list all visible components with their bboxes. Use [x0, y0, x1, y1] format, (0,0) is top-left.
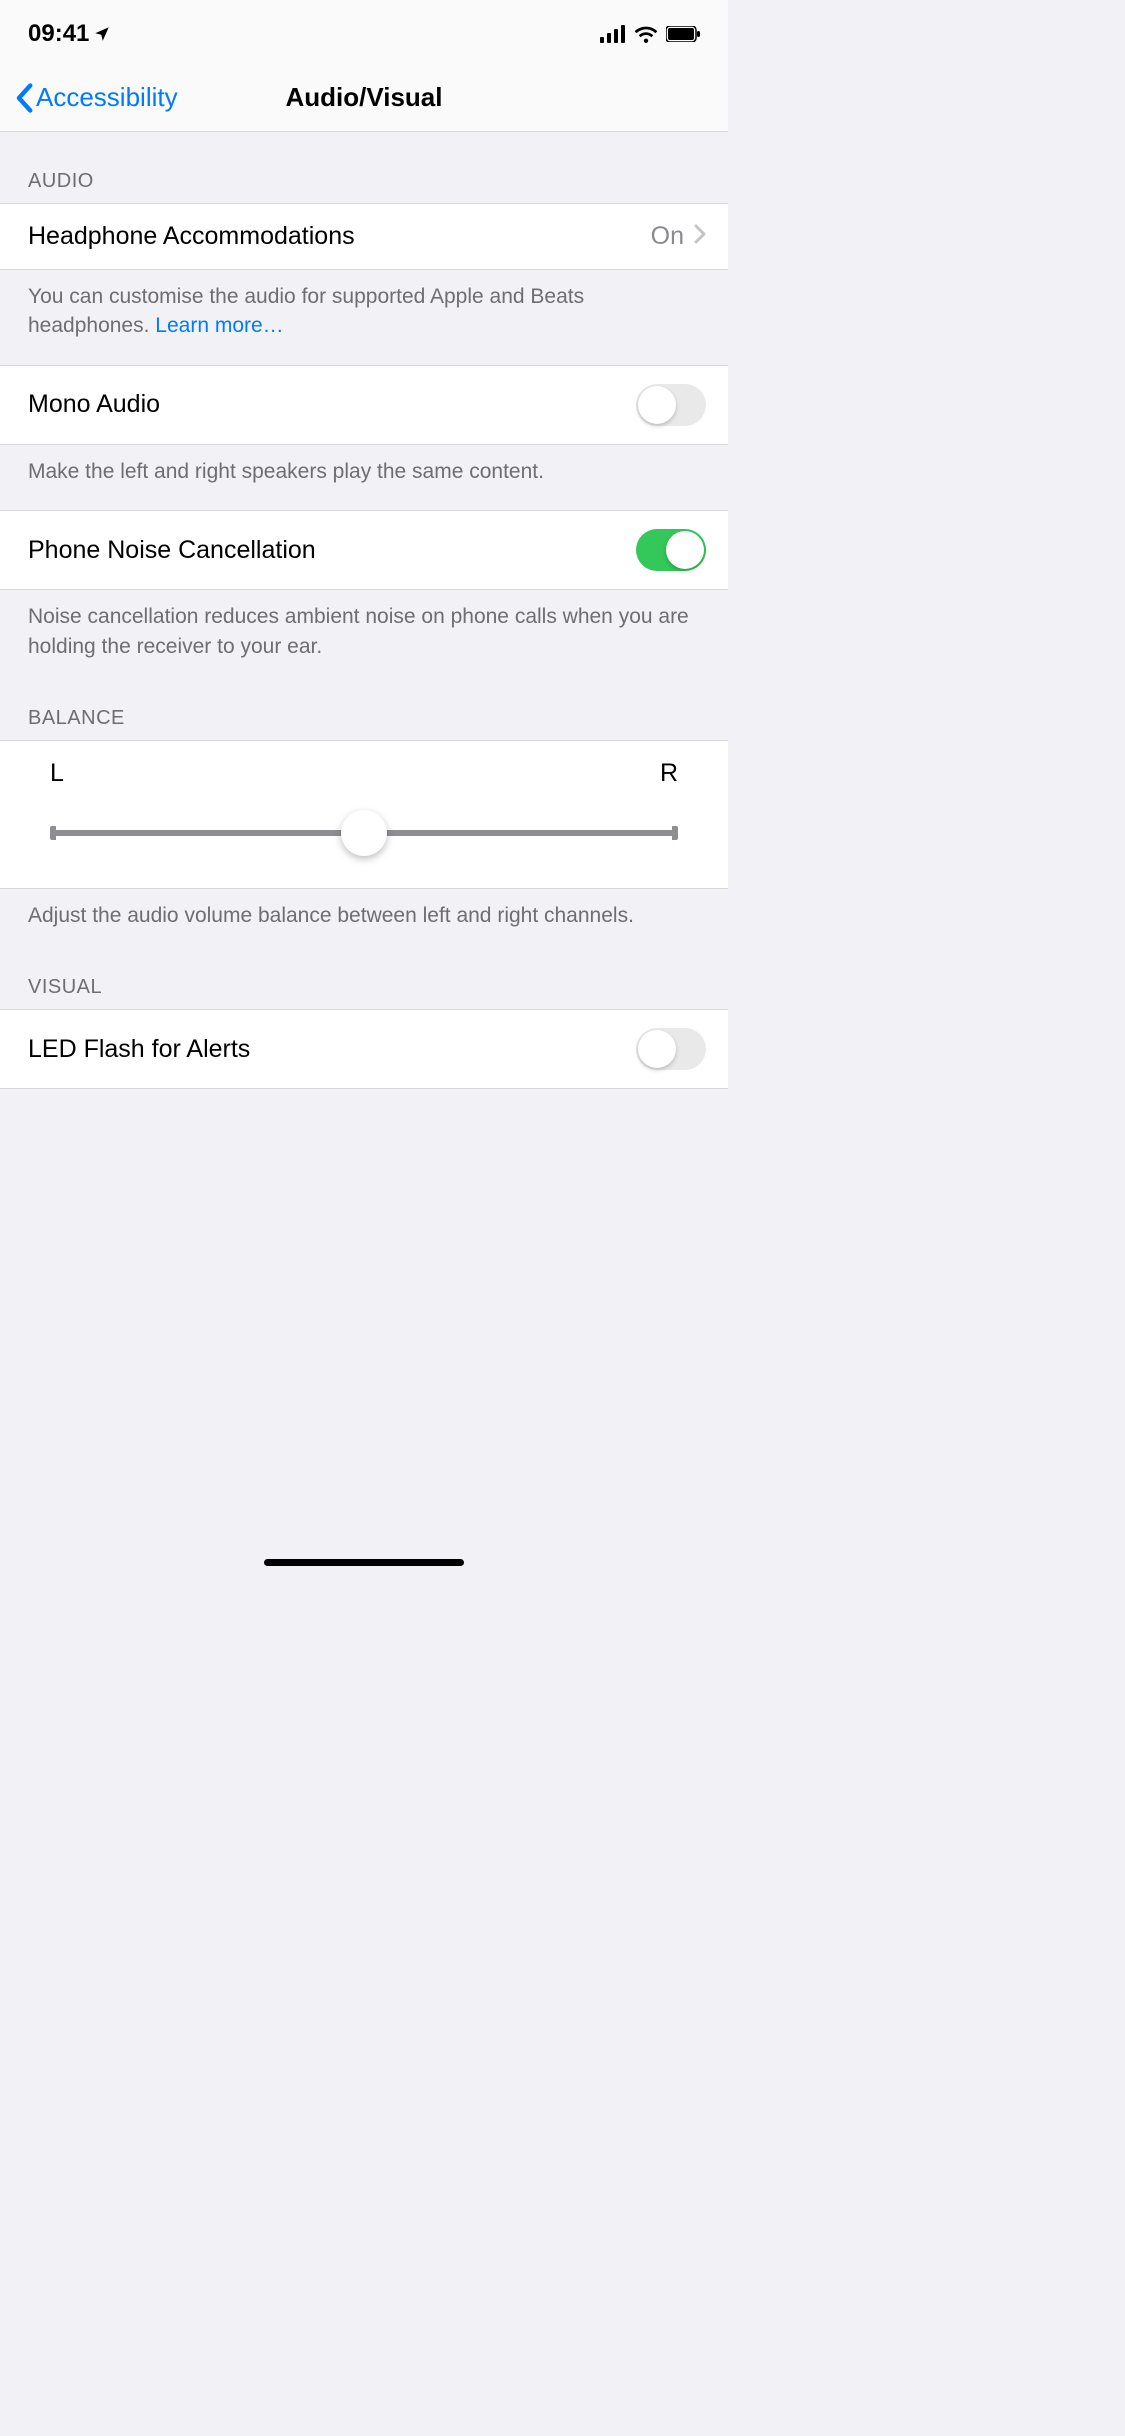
balance-left-label: L — [50, 759, 64, 788]
page-title: Audio/Visual — [286, 82, 443, 113]
row-mono-audio: Mono Audio — [0, 365, 728, 445]
chevron-right-icon — [694, 222, 706, 251]
balance-right-label: R — [660, 759, 678, 788]
balance-slider[interactable] — [32, 808, 696, 858]
footer-noise: Noise cancellation reduces ambient noise… — [0, 590, 728, 685]
switch-led-flash[interactable] — [636, 1028, 706, 1070]
row-led-flash: LED Flash for Alerts — [0, 1009, 728, 1089]
back-button[interactable]: Accessibility — [8, 82, 178, 113]
section-header-visual: VISUAL — [0, 954, 728, 1009]
footer-headphone: You can customise the audio for supporte… — [0, 270, 728, 365]
back-label: Accessibility — [36, 82, 178, 113]
status-bar: 09:41 — [0, 0, 728, 56]
row-noise-cancellation: Phone Noise Cancellation — [0, 510, 728, 590]
row-label: LED Flash for Alerts — [28, 1035, 636, 1064]
wifi-icon — [634, 25, 658, 43]
home-indicator[interactable] — [264, 1559, 464, 1566]
footer-mono: Make the left and right speakers play th… — [0, 445, 728, 510]
learn-more-link[interactable]: Learn more… — [155, 314, 283, 337]
status-time: 09:41 — [28, 20, 89, 48]
switch-mono-audio[interactable] — [636, 384, 706, 426]
navigation-bar: Accessibility Audio/Visual — [0, 66, 728, 132]
row-label: Headphone Accommodations — [28, 222, 651, 251]
section-header-balance: BALANCE — [0, 685, 728, 740]
row-value: On — [651, 222, 684, 251]
chevron-left-icon — [14, 83, 34, 113]
battery-icon — [666, 26, 700, 42]
row-balance: L R — [0, 740, 728, 889]
settings-screen: 09:41 Accessibility Audio/Visual AUDIO H… — [0, 0, 728, 1576]
switch-noise-cancellation[interactable] — [636, 529, 706, 571]
footer-text: You can customise the audio for supporte… — [28, 285, 584, 337]
footer-balance: Adjust the audio volume balance between … — [0, 889, 728, 954]
row-headphone-accommodations[interactable]: Headphone Accommodations On — [0, 203, 728, 270]
row-label: Phone Noise Cancellation — [28, 536, 636, 565]
cellular-icon — [600, 25, 626, 43]
slider-thumb[interactable] — [341, 810, 387, 856]
row-label: Mono Audio — [28, 390, 636, 419]
location-icon — [93, 25, 111, 43]
section-header-audio: AUDIO — [0, 132, 728, 203]
